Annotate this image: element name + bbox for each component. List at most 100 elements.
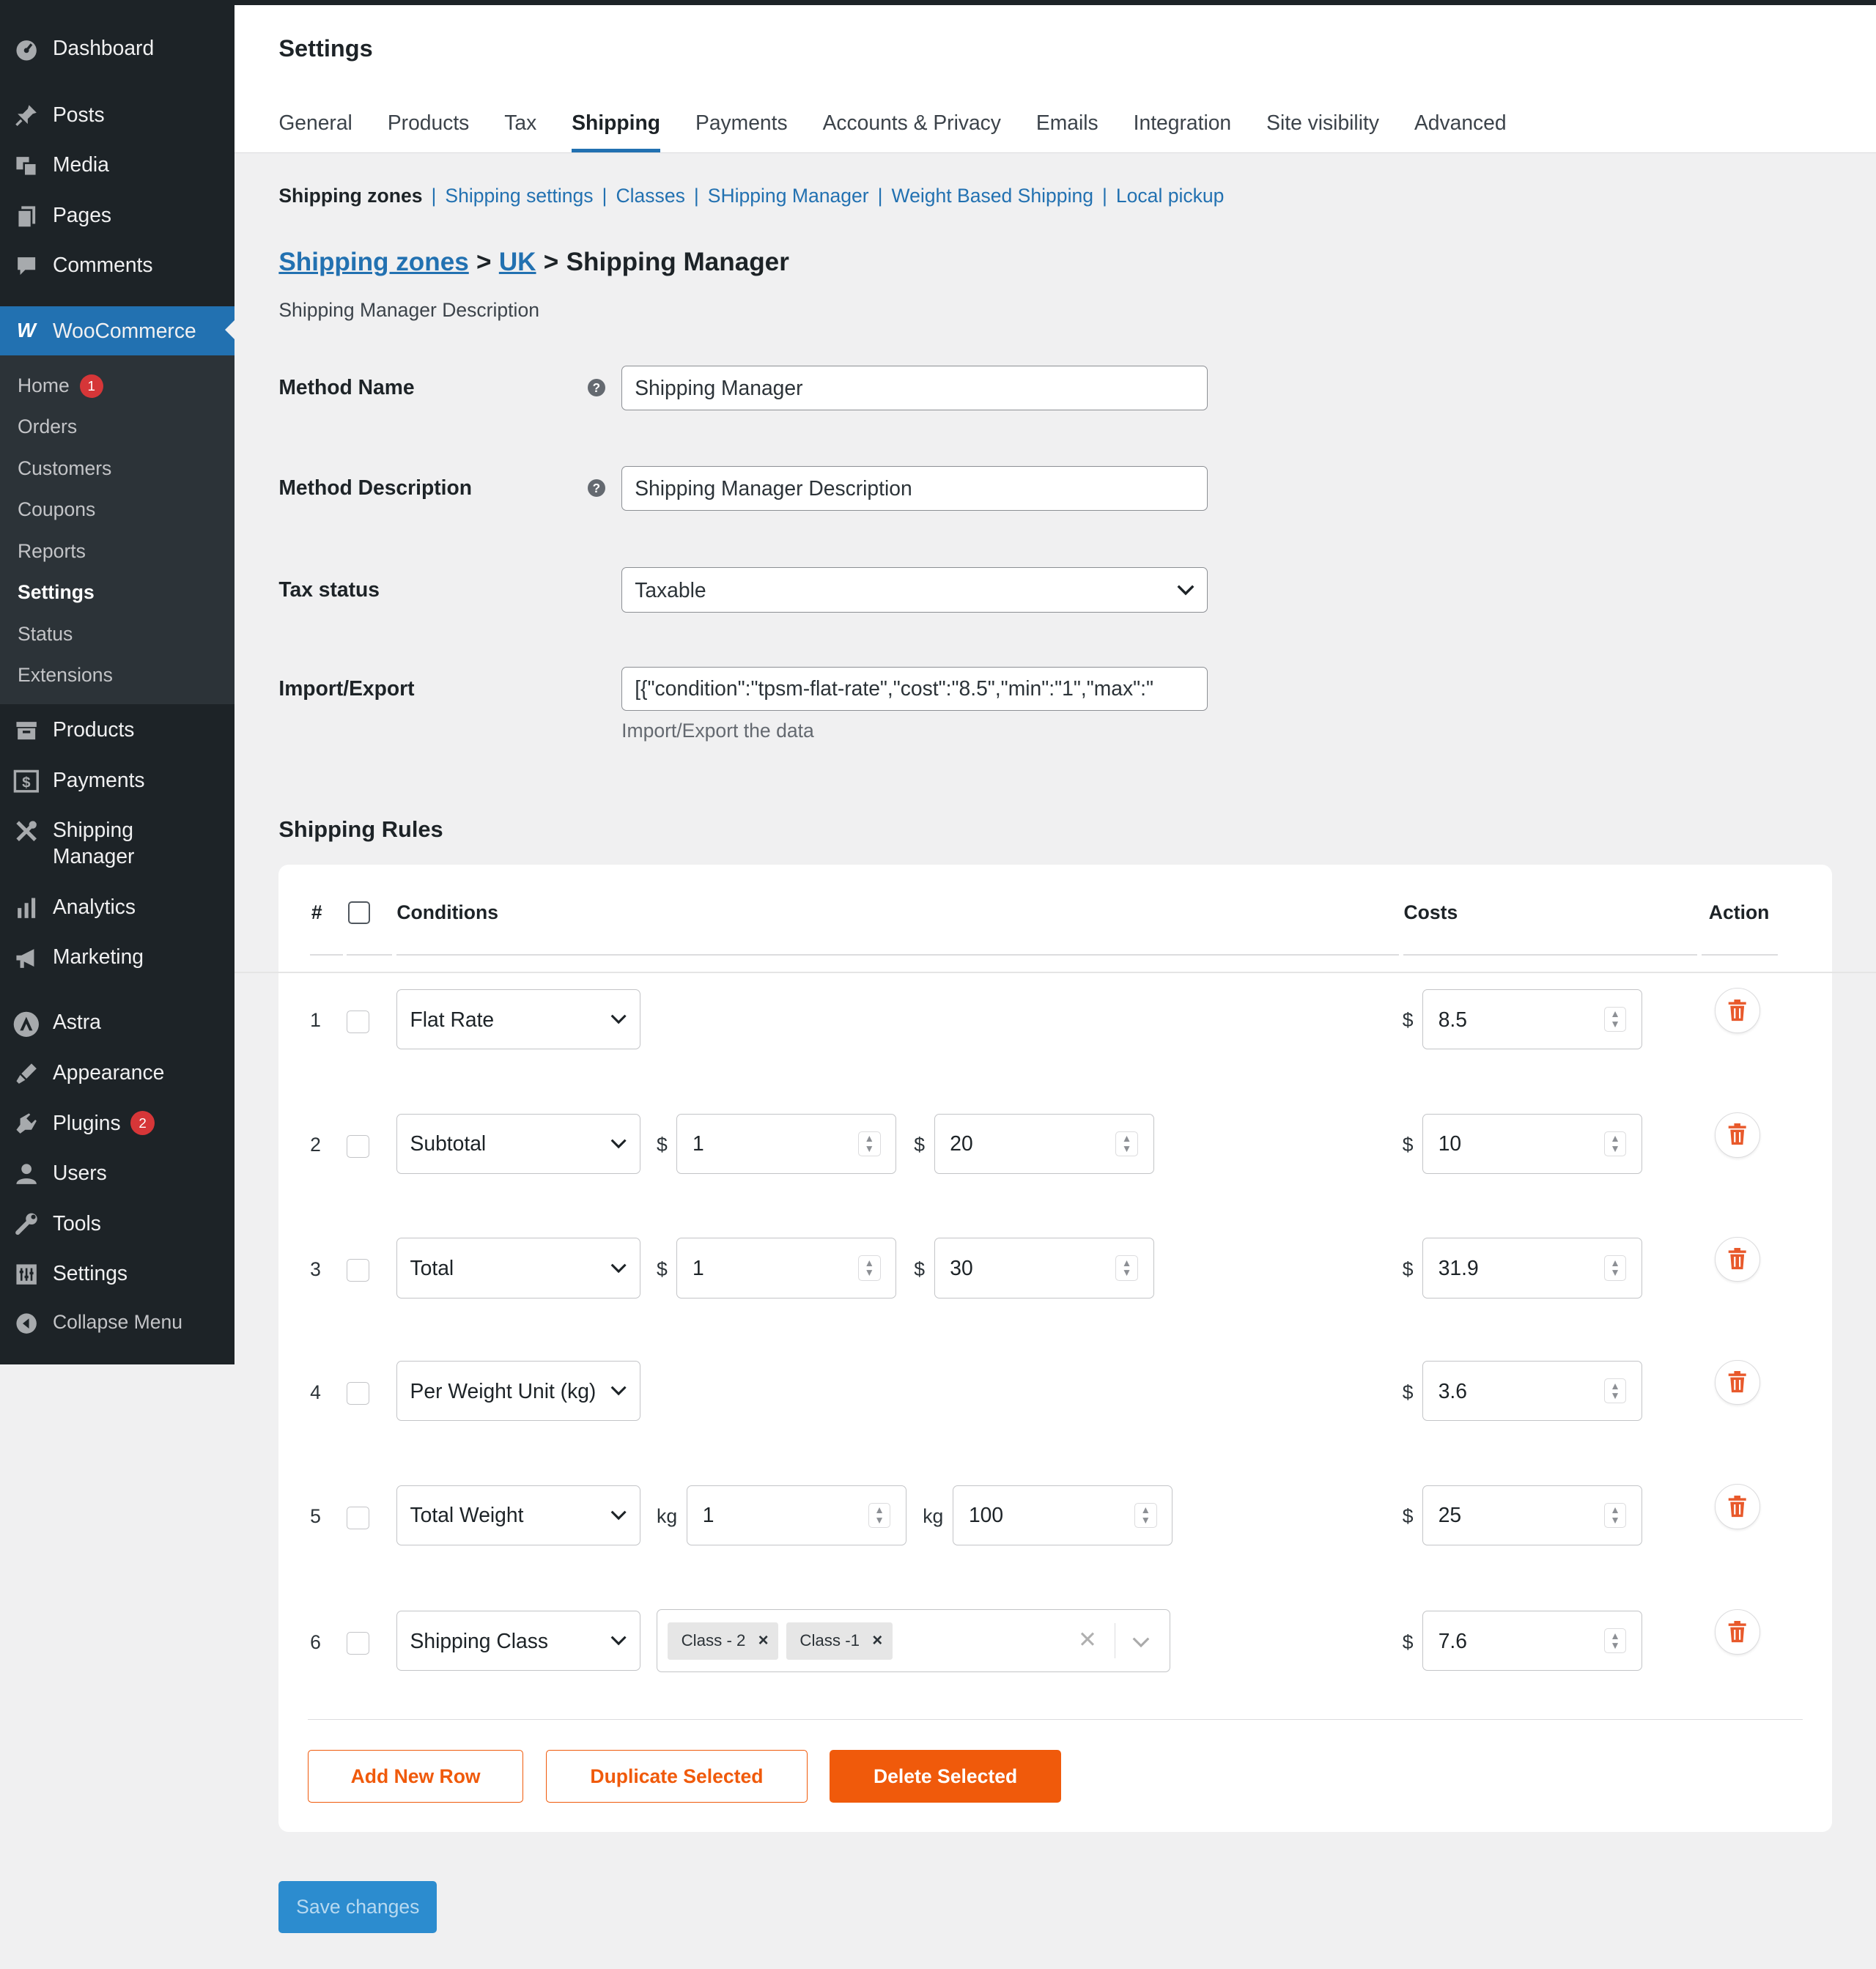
tab-shipping[interactable]: Shipping: [572, 111, 661, 152]
remove-chip-icon[interactable]: ×: [860, 1630, 893, 1651]
sidebar-item-pages[interactable]: Pages: [0, 202, 234, 229]
condition-select[interactable]: Subtotal: [396, 1113, 640, 1174]
stepper-icon[interactable]: ▲ ▼: [868, 1502, 891, 1529]
sidebar-item-plugins[interactable]: Plugins 2: [0, 1110, 234, 1137]
add-new-row-button[interactable]: Add New Row: [307, 1750, 524, 1803]
stepper-icon[interactable]: ▲ ▼: [857, 1131, 881, 1156]
row-checkbox[interactable]: [346, 1259, 369, 1282]
sidebar-item-posts[interactable]: Posts: [0, 102, 234, 128]
tab-general[interactable]: General: [278, 111, 352, 152]
sidebar-item-dashboard[interactable]: Dashboard: [0, 35, 234, 62]
submenu-item-customers[interactable]: Customers: [18, 457, 111, 480]
stepper-icon[interactable]: ▲ ▼: [857, 1255, 881, 1281]
method-name-input[interactable]: Shipping Manager: [621, 365, 1208, 411]
stepper-icon[interactable]: ▲ ▼: [1115, 1131, 1138, 1156]
submenu-item-status[interactable]: Status: [18, 623, 73, 646]
subnav-classes[interactable]: Classes: [616, 185, 684, 207]
cost-input[interactable]: 3.6 ▲ ▼: [1422, 1361, 1642, 1422]
stepper-icon[interactable]: ▲ ▼: [1134, 1502, 1157, 1529]
max-value-input[interactable]: 100 ▲ ▼: [953, 1485, 1173, 1546]
cost-input[interactable]: 10 ▲ ▼: [1422, 1113, 1642, 1174]
stepper-icon[interactable]: ▲ ▼: [1603, 1007, 1627, 1032]
condition-select[interactable]: Shipping Class: [396, 1611, 640, 1671]
cost-input[interactable]: 31.9 ▲ ▼: [1422, 1238, 1642, 1298]
sidebar-item-products[interactable]: Products: [0, 717, 234, 743]
tab-advanced[interactable]: Advanced: [1414, 111, 1507, 152]
sidebar-item-woocommerce[interactable]: W WooCommerce: [0, 306, 235, 355]
max-value-input[interactable]: 20 ▲ ▼: [934, 1113, 1154, 1174]
max-value-input[interactable]: 30 ▲ ▼: [934, 1238, 1154, 1298]
breadcrumb-uk[interactable]: UK: [499, 248, 536, 277]
subnav-shipping-settings[interactable]: Shipping settings: [445, 185, 593, 207]
collapse-menu-button[interactable]: Collapse Menu: [0, 1309, 234, 1336]
tab-emails[interactable]: Emails: [1036, 111, 1098, 152]
delete-row-button[interactable]: [1715, 1236, 1761, 1282]
save-changes-button[interactable]: Save changes: [278, 1880, 437, 1934]
tab-payments[interactable]: Payments: [695, 111, 788, 152]
stepper-icon[interactable]: ▲ ▼: [1603, 1502, 1627, 1529]
sidebar-item-payments[interactable]: $ Payments: [0, 767, 234, 794]
sidebar-item-astra[interactable]: Astra: [0, 1009, 234, 1038]
sidebar-item-marketing[interactable]: Marketing: [0, 944, 234, 970]
breadcrumb-shipping-zones[interactable]: Shipping zones: [278, 248, 468, 277]
tab-accounts-privacy[interactable]: Accounts & Privacy: [823, 111, 1001, 152]
delete-row-button[interactable]: [1715, 1112, 1761, 1158]
condition-select[interactable]: Per Weight Unit (kg): [396, 1361, 640, 1422]
stepper-icon[interactable]: ▲ ▼: [1603, 1255, 1627, 1281]
submenu-item-coupons[interactable]: Coupons: [18, 498, 95, 521]
help-icon[interactable]: ?: [587, 479, 605, 498]
row-checkbox[interactable]: [346, 1506, 369, 1529]
condition-select[interactable]: Total Weight: [396, 1485, 640, 1546]
sidebar-item-settings[interactable]: Settings: [0, 1260, 234, 1287]
min-value-input[interactable]: 1 ▲ ▼: [687, 1485, 906, 1546]
submenu-item-extensions[interactable]: Extensions: [18, 664, 113, 687]
delete-row-button[interactable]: [1715, 1359, 1761, 1405]
method-description-input[interactable]: Shipping Manager Description: [621, 465, 1208, 511]
subnav-shipping-manager[interactable]: SHipping Manager: [708, 185, 869, 207]
subnav-local-pickup[interactable]: Local pickup: [1116, 185, 1225, 207]
submenu-item-home[interactable]: Home 1: [18, 374, 104, 399]
tab-integration[interactable]: Integration: [1134, 111, 1232, 152]
condition-select[interactable]: Flat Rate: [396, 989, 640, 1050]
delete-row-button[interactable]: [1715, 1609, 1761, 1655]
delete-row-button[interactable]: [1715, 1484, 1761, 1529]
sidebar-item-analytics[interactable]: Analytics: [0, 894, 234, 920]
cost-input[interactable]: 7.6 ▲ ▼: [1422, 1611, 1642, 1671]
min-value-input[interactable]: 1 ▲ ▼: [676, 1238, 897, 1298]
delete-selected-button[interactable]: Delete Selected: [830, 1750, 1061, 1803]
sidebar-item-tools[interactable]: Tools: [0, 1211, 234, 1237]
row-checkbox[interactable]: [346, 1011, 369, 1034]
submenu-item-orders[interactable]: Orders: [18, 415, 77, 438]
submenu-item-settings[interactable]: Settings: [18, 581, 95, 604]
sidebar-item-media[interactable]: Media: [0, 152, 234, 178]
remove-chip-icon[interactable]: ×: [745, 1630, 778, 1651]
cost-input[interactable]: 25 ▲ ▼: [1422, 1485, 1642, 1546]
shipping-class-multiselect[interactable]: Class - 2 × Class -1 × ✕: [657, 1609, 1170, 1673]
sidebar-item-comments[interactable]: Comments: [0, 252, 234, 278]
tab-products[interactable]: Products: [388, 111, 469, 152]
clear-icon[interactable]: ✕: [1078, 1627, 1097, 1653]
submenu-item-reports[interactable]: Reports: [18, 540, 86, 563]
duplicate-selected-button[interactable]: Duplicate Selected: [546, 1750, 808, 1803]
stepper-icon[interactable]: ▲ ▼: [1115, 1255, 1138, 1281]
row-checkbox[interactable]: [346, 1632, 369, 1655]
tax-status-select[interactable]: Taxable: [621, 567, 1208, 613]
import-export-input[interactable]: [{"condition":"tpsm-flat-rate","cost":"8…: [621, 666, 1208, 711]
row-checkbox[interactable]: [346, 1134, 369, 1158]
select-all-checkbox[interactable]: [347, 901, 371, 924]
stepper-icon[interactable]: ▲ ▼: [1603, 1378, 1627, 1404]
dropdown-toggle[interactable]: [1132, 1629, 1150, 1652]
tab-tax[interactable]: Tax: [504, 111, 536, 152]
delete-row-button[interactable]: [1715, 988, 1761, 1034]
cost-input[interactable]: 8.5 ▲ ▼: [1422, 989, 1642, 1050]
stepper-icon[interactable]: ▲ ▼: [1603, 1628, 1627, 1654]
subnav-weight-based-shipping[interactable]: Weight Based Shipping: [892, 185, 1094, 207]
help-icon[interactable]: ?: [587, 379, 605, 397]
tab-site-visibility[interactable]: Site visibility: [1266, 111, 1379, 152]
sidebar-item-appearance[interactable]: Appearance: [0, 1060, 234, 1086]
stepper-icon[interactable]: ▲ ▼: [1603, 1131, 1627, 1156]
sidebar-item-users[interactable]: Users: [0, 1160, 234, 1186]
row-checkbox[interactable]: [346, 1382, 369, 1405]
min-value-input[interactable]: 1 ▲ ▼: [676, 1113, 897, 1174]
condition-select[interactable]: Total: [396, 1238, 640, 1298]
